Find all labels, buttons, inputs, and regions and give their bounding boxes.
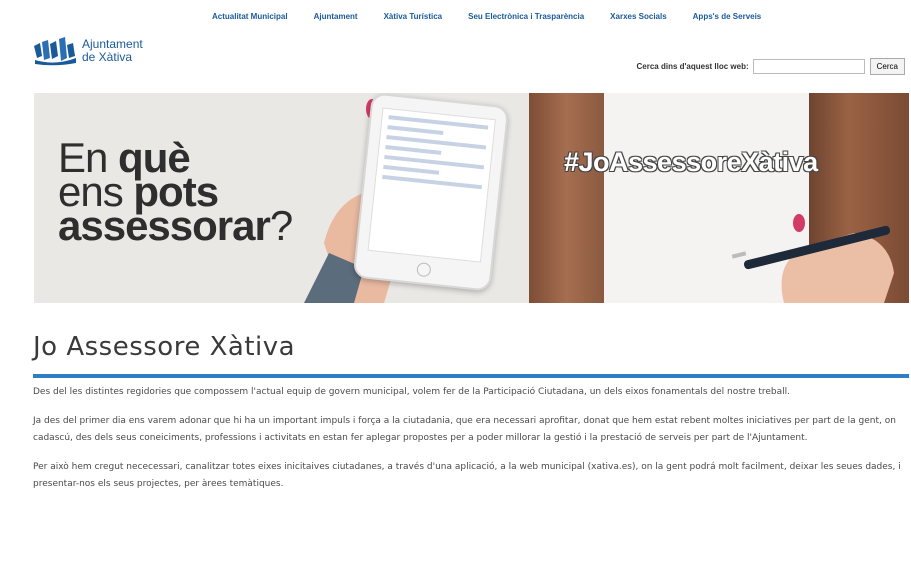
banner-hashtag: #JoAssessoreXàtiva	[564, 147, 818, 177]
paragraph: Per això hem cregut nececessari, canalit…	[33, 462, 901, 489]
banner-wood-left	[529, 93, 604, 303]
phone-screen-line	[383, 164, 440, 175]
phone-screen-line	[387, 125, 444, 135]
logo-line2: de Xàtiva	[82, 50, 133, 64]
phone-screen	[367, 107, 496, 263]
nav-xativa-turistica[interactable]: Xàtiva Turística	[384, 12, 443, 21]
phone-home-button	[416, 261, 432, 278]
phone-screen-line	[382, 174, 482, 190]
page-title: Jo Assessore Xàtiva	[33, 332, 296, 362]
banner-title: En què ens pots assessorar?	[58, 137, 293, 247]
paragraph: Des del les distintes regidories que com…	[33, 387, 790, 397]
nav-actualitat-municipal[interactable]: Actualitat Municipal	[212, 12, 288, 21]
logo-line1: Ajuntament	[82, 37, 143, 51]
title-divider	[33, 374, 909, 378]
nav-ajuntament[interactable]: Ajuntament	[314, 12, 358, 21]
site-logo[interactable]: Ajuntament de Xàtiva	[32, 36, 143, 66]
hero-banner: En què ens pots assessorar? #JoAssessore…	[34, 93, 909, 303]
banner-title-l3-bold: assessorar	[58, 202, 271, 249]
nav-xarxes-socials[interactable]: Xarxes Socials	[610, 12, 666, 21]
logo-wordmark: Ajuntament de Xàtiva	[82, 38, 143, 64]
xativa-logo-icon	[32, 36, 78, 66]
phone-illustration	[352, 93, 510, 292]
phone-screen-line	[385, 145, 442, 155]
search-button[interactable]: Cerca	[869, 58, 905, 75]
search-input[interactable]	[752, 59, 865, 74]
search-label: Cerca dins d'aquest lloc web:	[636, 62, 749, 71]
top-navigation: Actualitat Municipal Ajuntament Xàtiva T…	[212, 12, 905, 21]
article-body: Des del les distintes regidories que com…	[33, 384, 907, 505]
paragraph: Ja des del primer dia ens varem adonar q…	[33, 416, 896, 443]
site-search: Cerca dins d'aquest lloc web: Cerca	[636, 58, 905, 75]
nav-apps-serveis[interactable]: Apps's de Serveis	[693, 12, 762, 21]
nav-seu-electronica[interactable]: Seu Electrònica i Trasparència	[468, 12, 584, 21]
